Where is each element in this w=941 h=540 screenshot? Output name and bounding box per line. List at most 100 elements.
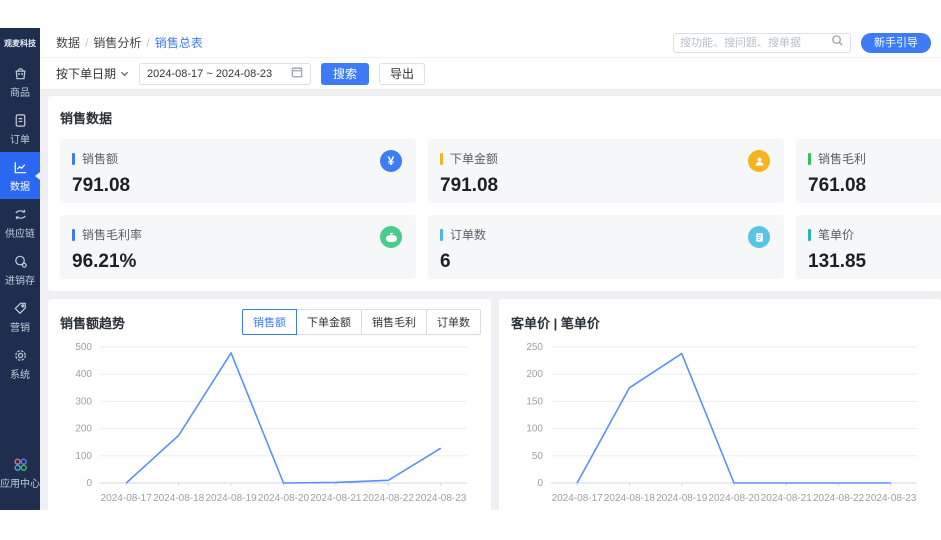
svg-text:300: 300 <box>75 396 92 407</box>
price-per-order-panel: 客单价 | 笔单价 0 50 100 150 200 250 2024-08-17 2024-… <box>499 299 941 510</box>
price-per-order-chart: 0 50 100 150 200 250 2024-08-17 2024-08-18 2024-… <box>511 335 931 507</box>
svg-text:2024-08-20: 2024-08-20 <box>258 493 310 504</box>
svg-text:2024-08-17: 2024-08-17 <box>552 493 604 504</box>
date-range-value: 2024-08-17 ~ 2024-08-23 <box>147 67 273 80</box>
svg-text:50: 50 <box>532 451 544 462</box>
stat-card-order-count: 订单数 6 <box>428 215 784 279</box>
search-button[interactable]: 搜索 <box>321 62 370 85</box>
sidebar-item-supply-chain[interactable]: 供应链 <box>0 199 40 246</box>
breadcrumb-item-sales-analysis[interactable]: 销售分析 <box>93 34 141 51</box>
svg-text:0: 0 <box>86 478 92 489</box>
beginner-guide-button[interactable]: 新手引导 <box>861 32 931 53</box>
supply-chain-icon <box>12 206 29 226</box>
sidebar-item-system[interactable]: 系统 <box>0 340 40 387</box>
tab-order-amount[interactable]: 下单金额 <box>296 309 362 335</box>
stat-value: 131.85 <box>808 251 867 272</box>
user-icon <box>748 150 770 172</box>
gear-icon <box>12 347 29 367</box>
accent-bar <box>808 228 811 241</box>
breadcrumb-separator: / <box>146 35 150 50</box>
stat-label: 销售额 <box>82 152 119 166</box>
breadcrumb-item-data[interactable]: 数据 <box>56 34 80 51</box>
search-icon[interactable] <box>831 34 844 52</box>
date-type-label: 按下单日期 <box>56 67 117 81</box>
stat-card-sales-amount: 销售额 ¥ 791.08 <box>60 139 416 203</box>
app-window: 观麦科技 商品 订单 数据 供应链 进销存 营销 系统 应用中心 数据 / 销售… <box>0 28 941 510</box>
breadcrumb: 数据 / 销售分析 / 销售总表 <box>56 34 203 51</box>
sales-trend-panel: 销售额趋势 销售额 下单金额 销售毛利 订单数 0 100 200 300 400 500… <box>48 299 491 510</box>
stat-value: 6 <box>440 251 451 272</box>
svg-text:2024-08-22: 2024-08-22 <box>813 493 865 504</box>
sidebar-item-label: 应用中心 <box>0 479 40 490</box>
svg-text:2024-08-18: 2024-08-18 <box>604 493 656 504</box>
stat-label: 下单金额 <box>450 152 499 166</box>
stat-label: 销售毛利 <box>818 152 867 166</box>
svg-text:500: 500 <box>75 342 92 353</box>
svg-text:2024-08-22: 2024-08-22 <box>363 493 415 504</box>
svg-text:2024-08-21: 2024-08-21 <box>761 493 813 504</box>
chevron-down-icon <box>120 67 129 81</box>
stat-card-per-order-price: 笔单价 131.85 <box>796 215 941 279</box>
breadcrumb-separator: / <box>85 35 89 50</box>
sidebar-item-label: 营销 <box>10 323 30 334</box>
global-search-box[interactable] <box>673 32 851 53</box>
sidebar-item-label: 供应链 <box>5 229 35 240</box>
sales-data-panel: 销售数据 销售额 ¥ 791.08 下单金额 791.08 销售毛利 761.0… <box>48 96 941 291</box>
sidebar-item-goods[interactable]: 商品 <box>0 58 40 105</box>
app-center-icon <box>12 456 29 476</box>
accent-bar <box>72 152 75 165</box>
stat-value: 791.08 <box>440 175 499 196</box>
sales-data-title: 销售数据 <box>60 111 113 126</box>
tag-icon <box>12 300 29 320</box>
charts-row: 销售额趋势 销售额 下单金额 销售毛利 订单数 0 100 200 300 400 500… <box>48 299 941 510</box>
inventory-icon <box>12 253 29 273</box>
tab-gross-profit[interactable]: 销售毛利 <box>361 309 427 335</box>
date-type-dropdown[interactable]: 按下单日期 <box>56 65 129 82</box>
accent-bar <box>440 152 443 165</box>
chart-line-icon <box>12 159 29 179</box>
svg-text:2024-08-21: 2024-08-21 <box>310 493 362 504</box>
order-doc-icon <box>12 112 29 132</box>
stat-label: 销售毛利率 <box>82 228 143 242</box>
stat-label: 笔单价 <box>818 228 855 242</box>
svg-text:2024-08-23: 2024-08-23 <box>415 493 467 504</box>
svg-text:0: 0 <box>537 478 543 489</box>
svg-text:2024-08-19: 2024-08-19 <box>656 493 708 504</box>
stat-value: 96.21% <box>72 251 137 272</box>
breadcrumb-item-sales-summary: 销售总表 <box>154 36 203 50</box>
top-header: 数据 / 销售分析 / 销售总表 新手引导 <box>40 28 941 58</box>
sales-trend-title: 销售额趋势 <box>60 315 126 331</box>
stat-card-gross-profit: 销售毛利 761.08 <box>796 139 941 203</box>
document-icon <box>748 226 770 248</box>
svg-text:2024-08-23: 2024-08-23 <box>865 493 917 504</box>
yen-icon: ¥ <box>380 150 402 172</box>
stat-card-gross-margin: 销售毛利率 96.21% <box>60 215 416 279</box>
svg-text:2024-08-18: 2024-08-18 <box>153 493 205 504</box>
export-button[interactable]: 导出 <box>379 62 426 85</box>
svg-text:400: 400 <box>75 369 92 380</box>
content-area: 销售数据 销售额 ¥ 791.08 下单金额 791.08 销售毛利 761.0… <box>40 90 941 510</box>
sidebar-item-label: 订单 <box>10 135 30 146</box>
sidebar-item-orders[interactable]: 订单 <box>0 105 40 152</box>
moneybag-icon <box>380 226 402 248</box>
stat-value: 791.08 <box>72 175 131 196</box>
tab-order-count[interactable]: 订单数 <box>426 309 481 335</box>
sidebar-item-label: 系统 <box>10 370 30 381</box>
search-input[interactable] <box>680 36 831 49</box>
svg-text:2024-08-17: 2024-08-17 <box>101 493 153 504</box>
sidebar-item-label: 进销存 <box>5 276 35 287</box>
trend-metric-tabs: 销售额 下单金额 销售毛利 订单数 <box>242 309 481 335</box>
svg-text:2024-08-19: 2024-08-19 <box>205 493 257 504</box>
tab-sales-amount[interactable]: 销售额 <box>242 309 297 335</box>
filter-toolbar: 按下单日期 2024-08-17 ~ 2024-08-23 搜索 导出 <box>40 58 941 90</box>
calendar-icon <box>291 66 303 81</box>
stat-label: 订单数 <box>450 228 487 242</box>
stat-value: 761.08 <box>808 175 867 196</box>
accent-bar <box>72 228 75 241</box>
sidebar-item-inventory[interactable]: 进销存 <box>0 246 40 293</box>
sidebar-item-data[interactable]: 数据 <box>0 152 40 199</box>
svg-text:100: 100 <box>75 451 92 462</box>
sidebar-item-marketing[interactable]: 营销 <box>0 293 40 340</box>
date-range-input[interactable]: 2024-08-17 ~ 2024-08-23 <box>139 62 312 85</box>
sidebar-item-app-center[interactable]: 应用中心 <box>0 449 40 496</box>
